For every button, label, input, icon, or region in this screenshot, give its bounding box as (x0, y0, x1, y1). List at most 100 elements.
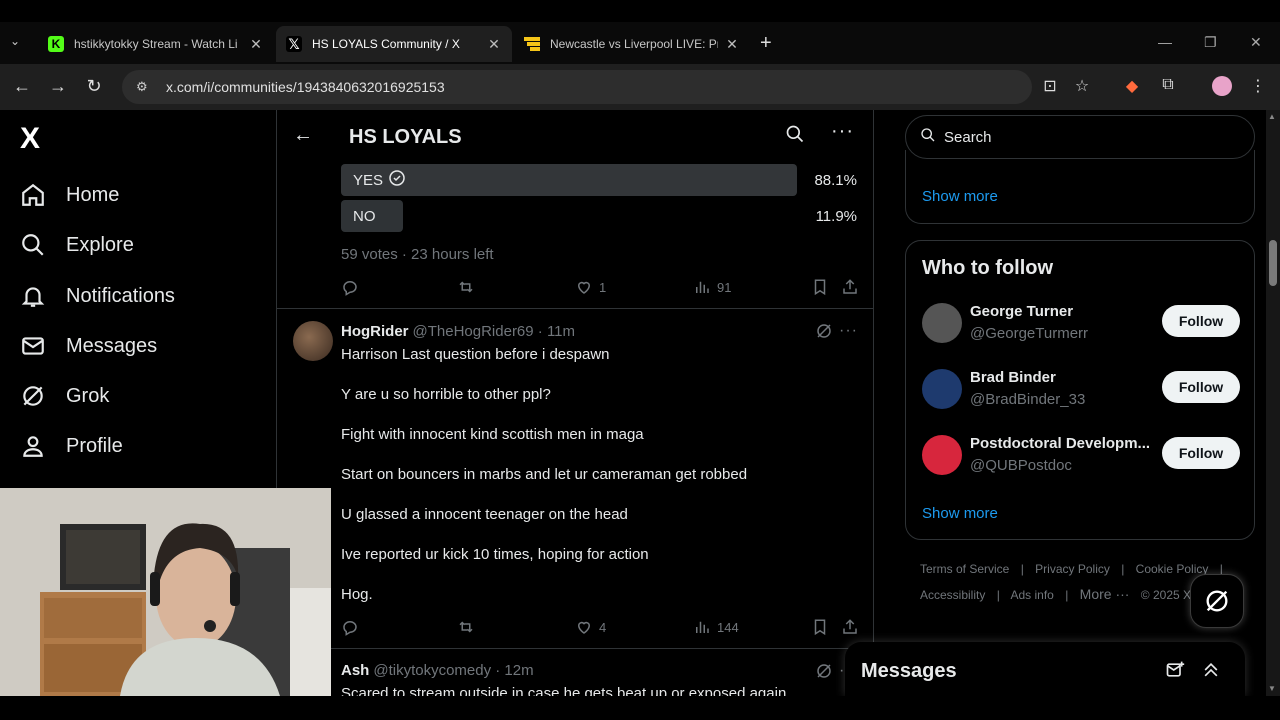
scrollbar-thumb[interactable] (1269, 240, 1277, 286)
footer-ads-link[interactable]: Ads info (1011, 588, 1054, 602)
tab-x-community[interactable]: 𝕏 HS LOYALS Community / X ✕ (276, 26, 512, 62)
browser-tab-strip: ⌄ K hstikkytokky Stream - Watch Li ✕ 𝕏 H… (0, 0, 1280, 64)
nav-profile[interactable]: Profile (20, 433, 123, 459)
poll-percent-yes: 88.1% (814, 172, 857, 189)
views-icon (696, 621, 709, 633)
follow-button[interactable]: Follow (1162, 437, 1240, 469)
avatar[interactable] (922, 435, 962, 475)
scroll-up-icon[interactable]: ▲ (1268, 112, 1276, 121)
site-info-icon[interactable]: ⚙ (136, 79, 156, 95)
nav-explore[interactable]: Explore (20, 232, 134, 258)
close-tab-icon[interactable]: ✕ (724, 36, 740, 53)
close-window-icon[interactable]: ✕ (1250, 34, 1262, 51)
close-tab-icon[interactable]: ✕ (486, 36, 502, 53)
who-to-follow-title: Who to follow (922, 257, 1054, 279)
tab-title: Newcastle vs Liverpool LIVE: Pr (550, 37, 718, 51)
views-icon (696, 281, 709, 293)
bookmark-button[interactable] (811, 278, 835, 296)
tweet-author-handle[interactable]: @tikytokycomedy · 12m (373, 662, 533, 679)
tweet-author-handle[interactable]: @TheHogRider69 · 11m (413, 323, 576, 340)
grok-icon (20, 383, 46, 409)
nav-messages[interactable]: Messages (20, 333, 157, 359)
back-arrow-icon[interactable]: ← (293, 124, 313, 147)
page-scrollbar[interactable]: ▲ ▼ (1266, 110, 1280, 696)
like-button[interactable]: 4 (575, 618, 606, 636)
more-options-icon[interactable]: ··· (839, 322, 858, 340)
news-favicon-icon (524, 36, 540, 52)
more-options-icon[interactable]: ··· (831, 120, 854, 143)
reply-icon (343, 621, 357, 636)
footer-terms-link[interactable]: Terms of Service (920, 562, 1009, 576)
show-more-link[interactable]: Show more (922, 505, 998, 522)
tab-kick-stream[interactable]: K hstikkytokky Stream - Watch Li ✕ (38, 26, 274, 62)
scroll-down-icon[interactable]: ▼ (1268, 684, 1276, 693)
tweet-text-line: Hog. (341, 586, 373, 603)
grok-explain-icon[interactable] (815, 662, 833, 685)
search-icon (920, 127, 936, 147)
footer-more-link[interactable]: More ··· (1080, 586, 1130, 602)
profile-avatar-icon[interactable] (1210, 76, 1234, 101)
new-message-icon[interactable] (1165, 660, 1185, 685)
webcam-overlay (0, 488, 331, 696)
tab-search-dropdown-icon[interactable]: ⌄ (10, 34, 20, 48)
reload-icon[interactable]: ↻ (82, 76, 106, 97)
nav-notifications[interactable]: Notifications (20, 283, 175, 309)
follow-suggestion[interactable]: George Turner @GeorgeTurmerr Follow (922, 303, 1240, 347)
footer-cookie-link[interactable]: Cookie Policy (1136, 562, 1209, 576)
footer-links-row2: Accessibility | Ads info | More ··· © 20… (920, 586, 1211, 602)
extensions-puzzle-icon[interactable]: ⧉ (1156, 76, 1180, 94)
avatar[interactable] (293, 321, 333, 361)
show-more-link[interactable]: Show more (922, 188, 998, 205)
new-tab-button[interactable]: + (760, 32, 772, 55)
follow-button[interactable]: Follow (1162, 371, 1240, 403)
install-app-icon[interactable]: ⊡ (1038, 76, 1062, 96)
grok-explain-icon[interactable] (815, 322, 833, 345)
follow-button[interactable]: Follow (1162, 305, 1240, 337)
tweet-text-line: Scared to stream outside in case he gets… (341, 685, 787, 696)
footer-privacy-link[interactable]: Privacy Policy (1035, 562, 1110, 576)
tab-newcastle-liverpool[interactable]: Newcastle vs Liverpool LIVE: Pr ✕ (514, 26, 750, 62)
bookmark-button[interactable] (811, 618, 835, 636)
reply-button[interactable] (341, 618, 365, 636)
reply-button[interactable] (341, 278, 365, 296)
address-bar[interactable]: ⚙ x.com/i/communities/194384063201692515… (122, 70, 1032, 104)
checkmark-circle-icon (389, 170, 405, 190)
views-button[interactable]: 91 (693, 278, 731, 296)
divider (277, 648, 873, 649)
nav-home[interactable]: Home (20, 182, 119, 208)
follow-suggestion[interactable]: Postdoctoral Developm... @QUBPostdoc Fol… (922, 435, 1240, 479)
close-tab-icon[interactable]: ✕ (248, 36, 264, 53)
community-timeline: YES 88.1% NO 11.9% 59 votes · 23 hours l… (276, 110, 874, 696)
community-name: HS LOYALS (349, 126, 462, 148)
expand-drawer-icon[interactable] (1201, 660, 1221, 685)
like-count: 1 (599, 279, 607, 295)
browser-menu-icon[interactable]: ⋮ (1246, 76, 1270, 96)
minimize-icon[interactable]: — (1158, 34, 1172, 50)
footer-accessibility-link[interactable]: Accessibility (920, 588, 985, 602)
search-icon[interactable] (785, 124, 805, 149)
bookmark-star-icon[interactable]: ☆ (1070, 76, 1094, 96)
nav-label: Explore (66, 233, 134, 256)
share-button[interactable] (841, 278, 865, 296)
repost-button[interactable] (457, 618, 481, 636)
footer-separator: | (996, 588, 1000, 602)
repost-button[interactable] (457, 278, 481, 296)
forward-arrow-icon[interactable]: → (46, 76, 70, 97)
like-button[interactable]: 1 (575, 278, 606, 296)
tweet-author-name[interactable]: HogRider (341, 323, 409, 340)
back-arrow-icon[interactable]: ← (10, 76, 34, 97)
restore-icon[interactable]: ❐ (1204, 34, 1217, 51)
extension-fox-icon[interactable]: ◆ (1120, 76, 1144, 96)
nav-grok[interactable]: Grok (20, 383, 109, 409)
avatar[interactable] (922, 303, 962, 343)
grok-float-button[interactable] (1190, 574, 1244, 628)
share-button[interactable] (841, 618, 865, 636)
avatar[interactable] (922, 369, 962, 409)
suggestion-handle: @GeorgeTurmerr (970, 325, 1089, 342)
views-button[interactable]: 144 (693, 618, 739, 636)
tab-title: HS LOYALS Community / X (312, 37, 460, 51)
x-logo-icon[interactable]: X (20, 122, 40, 156)
tweet-author-name[interactable]: Ash (341, 662, 369, 679)
messages-drawer[interactable]: Messages (845, 642, 1245, 696)
follow-suggestion[interactable]: Brad Binder @BradBinder_33 Follow (922, 369, 1240, 413)
